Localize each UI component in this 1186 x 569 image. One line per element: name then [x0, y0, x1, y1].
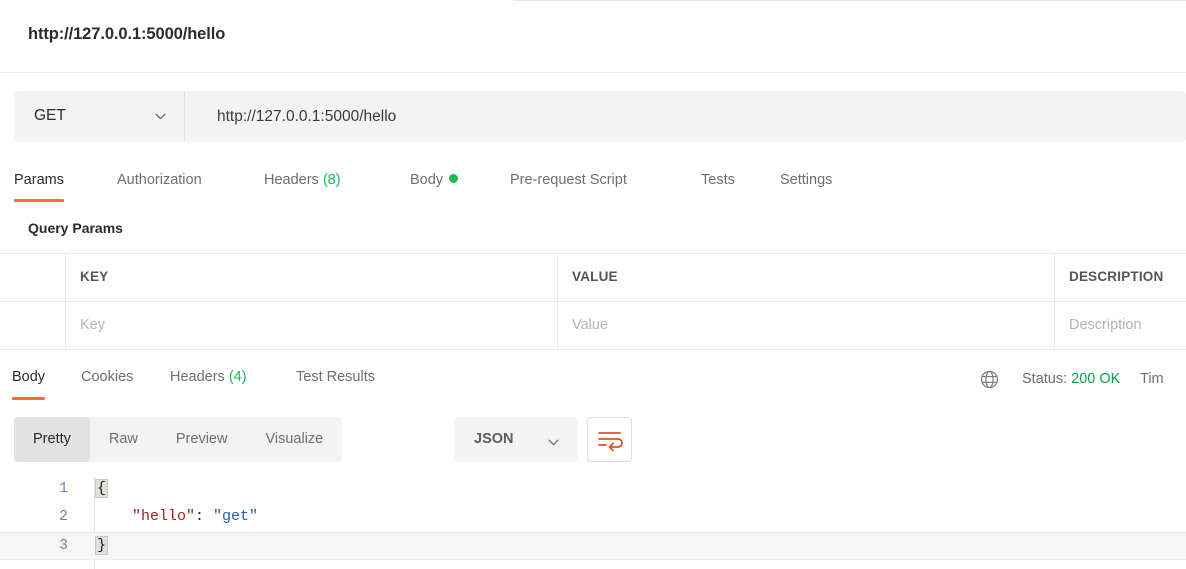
tab-pre-request-script[interactable]: Pre-request Script: [510, 162, 627, 204]
close-brace: }: [94, 536, 109, 555]
response-format-select[interactable]: JSON: [454, 417, 578, 462]
word-wrap-toggle-button[interactable]: [587, 417, 632, 462]
response-tab-cookies[interactable]: Cookies: [81, 358, 133, 402]
json-key: "hello": [132, 508, 196, 525]
tab-settings[interactable]: Settings: [780, 162, 832, 204]
word-wrap-icon: [598, 432, 623, 452]
json-value: "get": [213, 508, 259, 525]
header-cell-description: DESCRIPTION: [1069, 269, 1164, 284]
tab-body[interactable]: Body: [410, 162, 459, 204]
response-format-label: JSON: [474, 431, 514, 447]
tab-settings-label: Settings: [780, 172, 833, 188]
tab-authorization[interactable]: Authorization: [117, 162, 202, 204]
response-tab-body-label: Body: [12, 369, 46, 385]
tab-headers[interactable]: Headers (8): [264, 162, 341, 204]
code-line: 2 "hello": "get": [0, 504, 1186, 532]
code-line: 1 {: [0, 476, 1186, 504]
response-tabs: Body Cookies Headers (4) Test Results St…: [0, 358, 1186, 402]
tab-body-label: Body: [410, 172, 444, 188]
line-content: {: [94, 479, 109, 498]
line-content: }: [94, 536, 109, 555]
active-response-tab-underline: [12, 397, 46, 400]
header-cell-value: VALUE: [558, 254, 1055, 301]
response-tab-headers-count: (4): [228, 369, 247, 385]
line-number: 3: [59, 538, 68, 554]
postman-request-response-pane: http://127.0.0.1:5000/hello GET http://1…: [0, 0, 1186, 569]
row-cell-description[interactable]: Description: [1055, 302, 1186, 349]
query-params-table: KEY VALUE DESCRIPTION Key Value Descript…: [0, 253, 1186, 352]
response-tab-body[interactable]: Body: [12, 358, 46, 402]
tab-authorization-label: Authorization: [117, 172, 202, 188]
line-content: "hello": "get": [96, 508, 258, 525]
tab-tests[interactable]: Tests: [701, 162, 735, 204]
view-preview-button[interactable]: Preview: [157, 417, 247, 462]
response-tab-cookies-label: Cookies: [81, 369, 134, 385]
status-code: 200 OK: [1071, 371, 1121, 387]
line-number: 1: [59, 481, 68, 497]
view-visualize-button[interactable]: Visualize: [246, 417, 342, 462]
globe-icon[interactable]: [980, 370, 999, 389]
response-status-group: Status: 200 OK Tim: [980, 358, 1186, 402]
json-colon: :: [195, 508, 214, 525]
url-bar: GET http://127.0.0.1:5000/hello: [14, 91, 1186, 142]
request-title-bar: http://127.0.0.1:5000/hello: [0, 1, 1186, 73]
header-cell-key: KEY: [66, 254, 558, 301]
chevron-down-icon: [548, 435, 559, 446]
response-tab-headers[interactable]: Headers (4): [170, 358, 247, 402]
status-badge[interactable]: Status: 200 OK: [1022, 371, 1120, 387]
table-row: Key Value Description: [0, 302, 1186, 350]
http-method-select[interactable]: GET: [14, 91, 185, 142]
url-bar-box: GET http://127.0.0.1:5000/hello: [14, 91, 1186, 142]
tab-params-label: Params: [14, 172, 64, 188]
tab-params[interactable]: Params: [14, 162, 64, 204]
view-pretty-button[interactable]: Pretty: [14, 417, 90, 462]
request-title: http://127.0.0.1:5000/hello: [28, 25, 226, 43]
request-tabs: Params Authorization Headers (8) Body Pr…: [0, 162, 1186, 204]
body-present-dot-icon: [449, 174, 459, 183]
row-cell-check[interactable]: [0, 302, 66, 349]
response-view-segmented-control: Pretty Raw Preview Visualize: [14, 417, 343, 462]
response-tab-test-results[interactable]: Test Results: [296, 358, 375, 402]
url-input[interactable]: http://127.0.0.1:5000/hello: [186, 91, 1185, 142]
table-header-row: KEY VALUE DESCRIPTION: [0, 254, 1186, 302]
code-line-active: 3 }: [0, 532, 1186, 560]
http-method-label: GET: [34, 107, 66, 124]
view-raw-button[interactable]: Raw: [90, 417, 157, 462]
line-number: 2: [59, 509, 68, 525]
tab-headers-count: (8): [322, 172, 341, 188]
response-tab-headers-label: Headers: [170, 369, 225, 385]
response-body-json-viewer[interactable]: 1 { 2 "hello": "get" 3 }: [0, 476, 1186, 569]
tab-headers-label: Headers: [264, 172, 319, 188]
active-tab-underline: [14, 199, 64, 202]
row-cell-value[interactable]: Value: [558, 302, 1055, 349]
tab-pre-request-script-label: Pre-request Script: [510, 172, 627, 188]
tab-tests-label: Tests: [701, 172, 735, 188]
response-tab-test-results-label: Test Results: [296, 369, 375, 385]
response-time-label: Tim: [1140, 371, 1164, 387]
header-cell-check: [0, 254, 66, 301]
query-params-heading: Query Params: [28, 220, 123, 236]
chevron-down-icon: [155, 111, 166, 122]
open-brace: {: [94, 479, 109, 498]
row-cell-key[interactable]: Key: [66, 302, 558, 349]
status-prefix: Status:: [1022, 371, 1068, 387]
